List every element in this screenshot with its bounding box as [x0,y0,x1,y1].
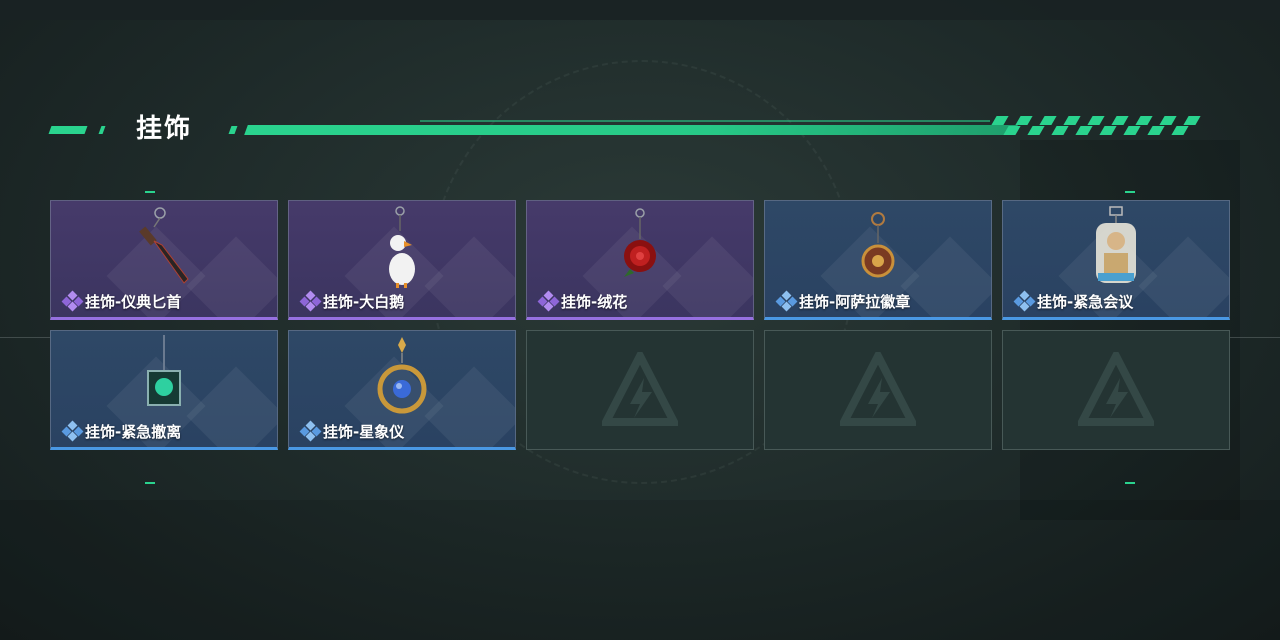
badge-charm-icon [861,212,895,278]
empty-slot-logo-icon [1078,352,1154,426]
header-checker-pattern [990,116,1201,136]
empty-slot [764,330,992,450]
empty-slot [526,330,754,450]
corner-tick [145,191,155,193]
charm-name: 挂饰-阿萨拉徽章 [799,293,911,311]
header-accent-line [420,120,990,122]
corner-tick [1125,482,1135,484]
side-divider [0,337,50,338]
empty-slot-logo-icon [602,352,678,426]
header-accent-dash [98,126,106,134]
header-accent-dash [228,126,238,134]
empty-slot [1002,330,1230,450]
charm-card[interactable]: 挂饰-仪典匕首 [50,200,278,320]
charm-name: 挂饰-绒花 [561,293,628,311]
charm-card[interactable]: 挂饰-紧急会议 [1002,200,1230,320]
section-header: 挂饰 [0,108,1280,148]
charm-card[interactable]: 挂饰-紧急撤离 [50,330,278,450]
dagger-charm-icon [139,207,189,284]
rarity-gem-icon [1013,290,1036,312]
charm-name: 挂饰-仪典匕首 [85,293,182,311]
side-divider [1230,337,1280,338]
goose-charm-icon [389,206,415,288]
rarity-gem-icon [537,290,560,312]
charm-card[interactable]: 挂饰-大白鹅 [288,200,516,320]
header-accent-dash [48,126,88,134]
red-flower-charm-icon [624,208,656,277]
rarity-gem-icon [775,290,798,312]
background-ground [0,500,1280,640]
charm-name: 挂饰-大白鹅 [323,293,405,311]
section-title: 挂饰 [136,114,193,144]
corner-tick [145,482,155,484]
header-accent-bar [244,125,1018,135]
empty-slot-logo-icon [840,352,916,426]
acrylic-figure-charm-icon [1096,206,1136,283]
rarity-gem-icon [61,290,84,312]
corner-tick [1125,191,1135,193]
charm-name: 挂饰-紧急会议 [1037,293,1134,311]
charm-card[interactable]: 挂饰-星象仪 [288,330,516,450]
charm-card[interactable]: 挂饰-阿萨拉徽章 [764,200,992,320]
rarity-gem-icon [299,420,322,442]
rarity-gem-icon [299,290,322,312]
astrolabe-charm-icon [377,337,427,414]
charm-name: 挂饰-星象仪 [323,423,405,441]
top-bar [0,0,1280,20]
charm-name: 挂饰-紧急撤离 [85,423,182,441]
charm-card[interactable]: 挂饰-绒花 [526,200,754,320]
rarity-gem-icon [61,420,84,442]
green-cube-charm-icon [147,335,181,406]
